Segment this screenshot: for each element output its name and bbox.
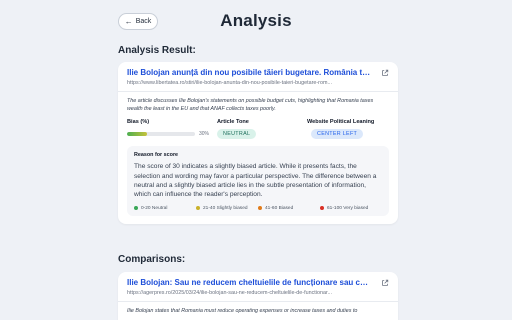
legend-dot-icon — [258, 206, 262, 211]
legend-item: 61-100 Very biased — [320, 206, 382, 211]
legend-label: 41-60 Biased — [265, 205, 294, 211]
legend-label: 61-100 Very biased — [327, 205, 369, 211]
legend-item: 21-40 Slightly biased — [196, 206, 258, 211]
legend-dot-icon — [196, 206, 200, 211]
comparison-url: https://agerpres.ro/2025/03/24/ilie-bolo… — [127, 290, 332, 296]
bias-legend: 0-20 Neutral 21-40 Slightly biased 41-60… — [134, 206, 382, 211]
bias-progress-fill — [127, 132, 148, 137]
legend-item: 41-60 Biased — [258, 206, 320, 211]
leaning-badge: CENTER LEFT — [311, 129, 364, 140]
reason-text: The score of 30 indicates a slightly bia… — [134, 163, 377, 199]
leaning-label: Website Political Leaning — [307, 119, 375, 126]
analysis-body: The article discusses Ilie Bolojan's sta… — [118, 92, 398, 224]
article-url: https://www.libertatea.ro/stiri/ilie-bol… — [127, 80, 332, 86]
reason-label: Reason for score — [134, 152, 179, 159]
comparisons-heading: Comparisons: — [118, 254, 186, 265]
legend-label: 0-20 Neutral — [141, 205, 168, 211]
legend-dot-icon — [320, 206, 324, 211]
article-title-link[interactable]: Ilie Bolojan anunță din nou posibile tăi… — [127, 68, 371, 77]
comparison-title-link[interactable]: Ilie Bolojan: Sau ne reducem cheltuielil… — [127, 278, 371, 287]
tone-badge: NEUTRAL — [217, 129, 257, 140]
leaning-metric: Website Political Leaning CENTER LEFT — [307, 119, 375, 140]
bias-percentage: 30% — [199, 131, 210, 138]
tone-label: Article Tone — [217, 119, 249, 126]
legend-item: 0-20 Neutral — [134, 206, 196, 211]
article-header: Ilie Bolojan anunță din nou posibile tăi… — [118, 62, 398, 92]
reason-box: Reason for score The score of 30 indicat… — [127, 146, 389, 216]
tone-metric: Article Tone NEUTRAL — [217, 119, 307, 140]
header: ← Back Analysis — [0, 0, 512, 42]
analysis-card: Ilie Bolojan anunță din nou posibile tăi… — [118, 62, 398, 224]
bias-progress-bar — [127, 132, 195, 137]
comparison-summary: Ilie Bolojan states that Romania must re… — [127, 308, 358, 314]
bias-metric: Bias (%) 30% — [127, 119, 217, 139]
bias-label: Bias (%) — [127, 119, 150, 126]
legend-label: 21-40 Slightly biased — [203, 205, 248, 211]
comparison-body: Ilie Bolojan states that Romania must re… — [118, 302, 398, 320]
comparison-card: Ilie Bolojan: Sau ne reducem cheltuielil… — [118, 272, 398, 320]
external-link-icon[interactable] — [381, 69, 389, 77]
article-summary: The article discusses Ilie Bolojan's sta… — [127, 98, 374, 112]
legend-dot-icon — [134, 206, 138, 211]
external-link-icon[interactable] — [381, 279, 389, 287]
metrics-row: Bias (%) 30% Article Tone NEUTRAL Websit… — [127, 119, 389, 140]
page-title: Analysis — [220, 11, 292, 30]
analysis-result-heading: Analysis Result: — [118, 45, 196, 56]
comparison-article-header: Ilie Bolojan: Sau ne reducem cheltuielil… — [118, 272, 398, 302]
